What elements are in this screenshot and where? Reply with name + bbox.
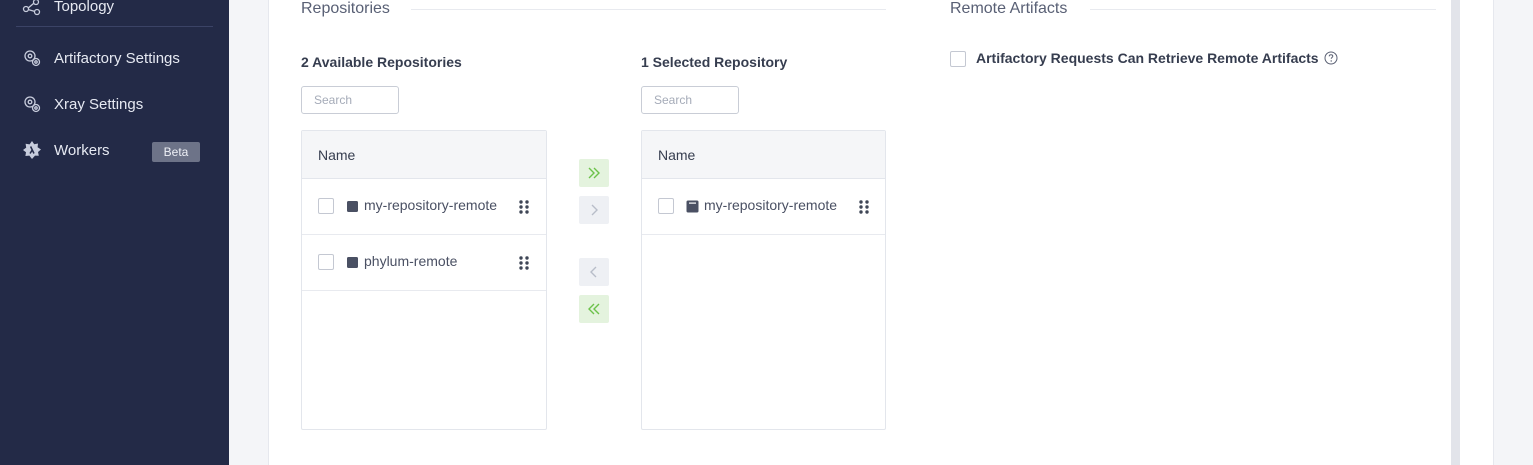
scrollbar[interactable] (1451, 0, 1460, 465)
sidebar-item-artifactory-settings[interactable]: Artifactory Settings (0, 42, 229, 74)
column-header-name[interactable]: Name (302, 131, 546, 179)
repository-name: my-repository-remote (364, 197, 498, 213)
sidebar-item-topology[interactable]: Topology (0, 0, 229, 22)
repository-name: phylum-remote (364, 253, 458, 269)
table-row[interactable]: my-repository-remote (302, 179, 546, 235)
chevron-left-icon (590, 266, 597, 278)
retrieve-remote-artifacts-label: Artifactory Requests Can Retrieve Remote… (976, 50, 1319, 66)
row-checkbox[interactable] (318, 254, 334, 270)
move-right-button[interactable] (579, 196, 609, 224)
selected-repositories-list: Name my-repository-remote (641, 130, 886, 430)
retrieve-remote-artifacts-checkbox[interactable] (950, 51, 966, 67)
settings-gear-icon (22, 48, 42, 68)
sidebar-item-label: Workers (54, 141, 110, 159)
chevron-right-icon (591, 204, 598, 216)
drag-handle-icon[interactable] (516, 254, 532, 272)
workers-icon (22, 140, 42, 160)
topology-icon (22, 0, 42, 16)
sidebar-item-xray-settings[interactable]: Xray Settings (0, 88, 229, 120)
available-repositories-title: 2 Available Repositories (301, 54, 462, 70)
move-left-button[interactable] (579, 258, 609, 286)
selected-search-input[interactable] (641, 86, 739, 114)
help-icon[interactable] (1324, 51, 1338, 65)
beta-badge: Beta (152, 142, 200, 162)
table-row[interactable]: phylum-remote (302, 235, 546, 291)
available-search-input[interactable] (301, 86, 399, 114)
section-divider (1090, 9, 1436, 10)
column-header-name[interactable]: Name (642, 131, 885, 179)
move-all-right-button[interactable] (579, 159, 609, 187)
sidebar-divider (16, 26, 213, 27)
move-all-left-button[interactable] (579, 295, 609, 323)
remote-artifacts-section-title: Remote Artifacts (950, 0, 1068, 17)
drag-handle-icon[interactable] (856, 198, 872, 216)
available-repositories-list: Name my-repository-remote phylum-remote (301, 130, 547, 430)
sidebar-item-label: Xray Settings (54, 95, 144, 113)
row-checkbox[interactable] (318, 198, 334, 214)
repository-name: my-repository-remote (704, 197, 838, 213)
row-checkbox[interactable] (658, 198, 674, 214)
sidebar: Topology Artifactory Settings Xray Setti… (0, 0, 229, 465)
remote-repo-icon (346, 200, 359, 213)
repositories-section-title: Repositories (301, 0, 390, 17)
drag-handle-icon[interactable] (516, 198, 532, 216)
selected-repository-title: 1 Selected Repository (641, 54, 788, 70)
sidebar-item-label: Artifactory Settings (54, 49, 180, 67)
table-row[interactable]: my-repository-remote (642, 179, 885, 235)
local-repo-icon (686, 200, 699, 213)
double-chevron-right-icon (588, 167, 600, 179)
double-chevron-left-icon (588, 303, 600, 315)
settings-gear-icon (22, 94, 42, 114)
sidebar-item-label: Topology (54, 0, 115, 15)
section-divider (411, 9, 886, 10)
remote-repo-icon (346, 256, 359, 269)
